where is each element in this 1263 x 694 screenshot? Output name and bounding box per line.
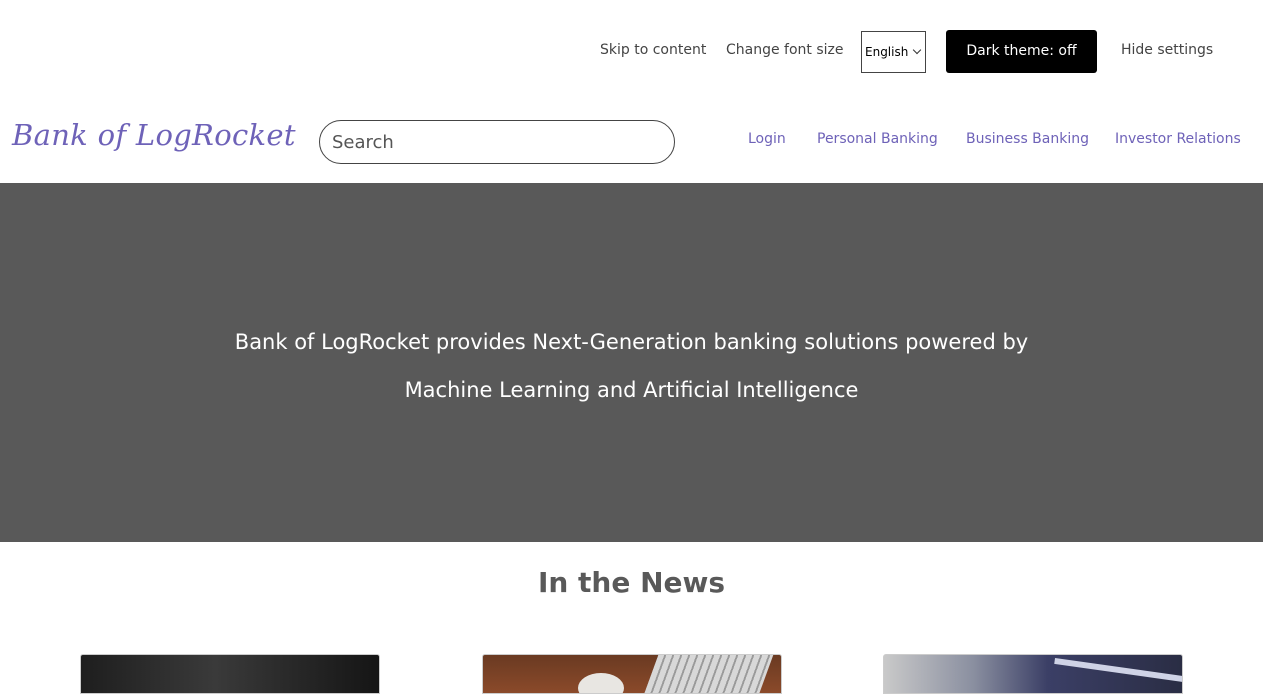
chevron-down-icon xyxy=(912,45,922,55)
dark-theme-toggle-button[interactable]: Dark theme: off xyxy=(946,30,1097,73)
news-heading: In the News xyxy=(537,566,726,599)
search-box xyxy=(319,120,675,164)
change-font-size-link[interactable]: Change font size xyxy=(726,42,844,58)
news-card-image[interactable] xyxy=(883,654,1183,694)
news-card-image[interactable] xyxy=(482,654,782,694)
nav-investor-relations[interactable]: Investor Relations xyxy=(1115,131,1241,147)
search-input[interactable] xyxy=(330,125,660,159)
site-logo[interactable]: Bank of LogRocket xyxy=(12,118,296,152)
news-card-image[interactable] xyxy=(80,654,380,694)
nav-personal-banking[interactable]: Personal Banking xyxy=(817,131,938,147)
hero-text: Bank of LogRocket provides Next-Generati… xyxy=(234,330,1029,402)
nav-business-banking[interactable]: Business Banking xyxy=(966,131,1089,147)
language-select-value: English xyxy=(865,45,909,59)
pen-image xyxy=(1054,657,1182,683)
language-select[interactable]: English xyxy=(861,31,926,73)
hide-settings-link[interactable]: Hide settings xyxy=(1121,42,1213,58)
skip-to-content-link[interactable]: Skip to content xyxy=(600,42,706,58)
coffee-cup-image xyxy=(578,673,624,693)
laptop-keyboard-image xyxy=(643,655,774,693)
settings-bar: Skip to content Change font size English… xyxy=(0,0,1263,100)
nav-login[interactable]: Login xyxy=(748,131,786,147)
hero-banner: Bank of LogRocket provides Next-Generati… xyxy=(0,183,1263,542)
